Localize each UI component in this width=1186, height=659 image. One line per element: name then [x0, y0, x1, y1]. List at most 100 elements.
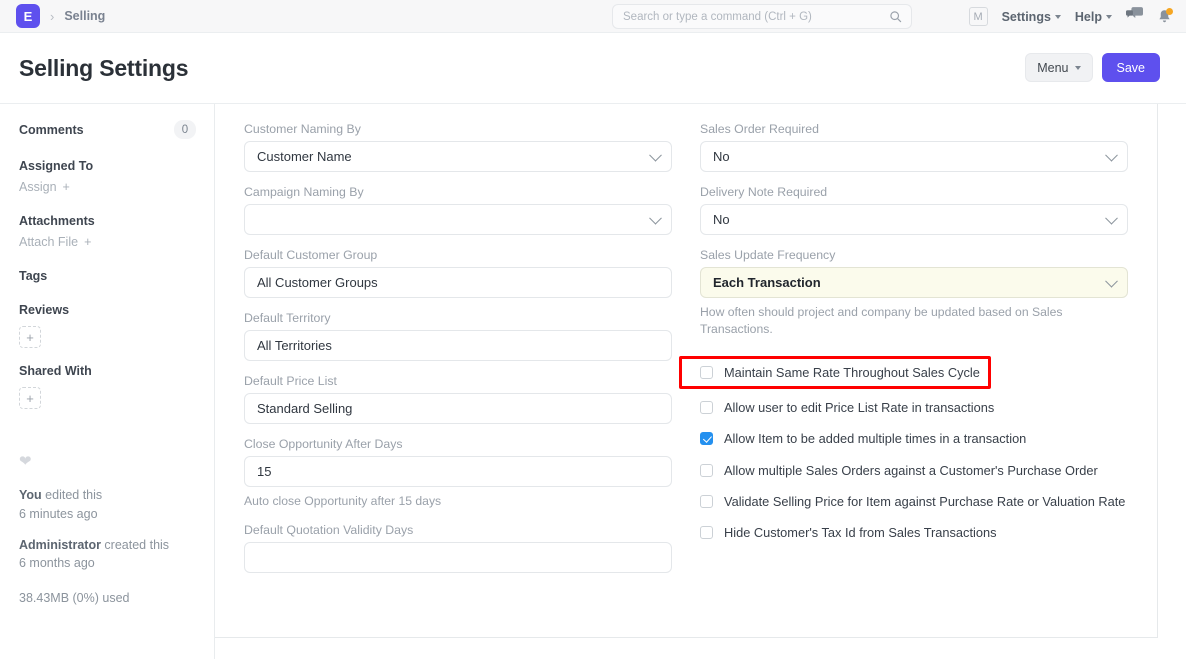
checkbox-unchecked-icon[interactable]: [700, 366, 713, 379]
field-help-text: Auto close Opportunity after 15 days: [244, 493, 644, 510]
search-input[interactable]: [613, 11, 889, 23]
field-value: All Territories: [257, 338, 332, 353]
chevron-right-icon: ›: [48, 9, 56, 24]
input-default-territory[interactable]: All Territories: [244, 330, 672, 361]
notifications-bell[interactable]: [1157, 9, 1172, 25]
sidebar-section-comments[interactable]: Comments 0: [19, 120, 196, 139]
edited-activity: You edited this 6 minutes ago: [19, 486, 196, 524]
created-timestamp: 6 months ago: [19, 556, 95, 570]
comments-label: Comments: [19, 123, 84, 137]
field-delivery-note-required: Delivery Note Required No: [700, 185, 1128, 235]
like-heart-icon[interactable]: ❤: [19, 454, 196, 469]
checkbox-row-maintain-same-rate-throughout-sales-cycle[interactable]: Maintain Same Rate Throughout Sales Cycl…: [679, 356, 991, 389]
storage-usage: 38.43MB (0%) used: [19, 589, 196, 608]
field-label: Default Territory: [244, 311, 672, 325]
field-default-territory: Default Territory All Territories: [244, 311, 672, 361]
select-sales-update-frequency[interactable]: Each Transaction: [700, 267, 1128, 298]
select-sales-order-required[interactable]: No: [700, 141, 1128, 172]
help-label: Help: [1075, 10, 1102, 24]
input-default-quotation-validity-days[interactable]: [244, 542, 672, 573]
assigned-to-label: Assigned To: [19, 159, 196, 173]
select-campaign-naming-by[interactable]: [244, 204, 672, 235]
field-sales-update-frequency: Sales Update FrequencyEach TransactionHo…: [700, 248, 1128, 339]
plus-icon: +: [84, 235, 91, 249]
app-logo-icon[interactable]: E: [16, 4, 40, 28]
field-value: Each Transaction: [713, 275, 821, 290]
shared-with-label: Shared With: [19, 364, 196, 378]
checkbox-label: Allow multiple Sales Orders against a Cu…: [724, 463, 1098, 478]
checkbox-label: Hide Customer's Tax Id from Sales Transa…: [724, 525, 996, 540]
checkbox-label: Validate Selling Price for Item against …: [724, 494, 1125, 509]
checkbox-unchecked-icon[interactable]: [700, 526, 713, 539]
field-value: All Customer Groups: [257, 275, 378, 290]
sidebar: Comments 0 Assigned To Assign + Attachme…: [0, 104, 215, 659]
field-default-customer-group: Default Customer Group All Customer Group…: [244, 248, 672, 298]
chevron-down-icon: [1106, 15, 1112, 19]
form-column-left: Customer Naming By Customer Name Campaign …: [244, 122, 672, 586]
field-label: Customer Naming By: [244, 122, 672, 136]
select-delivery-note-required[interactable]: No: [700, 204, 1128, 235]
attach-file-button[interactable]: Attach File +: [19, 235, 196, 249]
field-value: Standard Selling: [257, 401, 352, 416]
checkbox-row-allow-item-to-be-added-multiple-times-in-a-transaction[interactable]: Allow Item to be added multiple times in…: [682, 426, 1128, 451]
chevron-down-icon: [649, 211, 662, 224]
created-action-text: created this: [101, 538, 169, 552]
global-search[interactable]: [612, 4, 912, 29]
field-sales-order-required: Sales Order Required No: [700, 122, 1128, 172]
field-label: Sales Update Frequency: [700, 248, 1128, 262]
field-label: Default Quotation Validity Days: [244, 523, 672, 537]
field-campaign-naming-by: Campaign Naming By: [244, 185, 672, 235]
tags-label[interactable]: Tags: [19, 269, 196, 283]
chevron-down-icon: [649, 148, 662, 161]
edited-timestamp: 6 minutes ago: [19, 507, 98, 521]
field-label: Sales Order Required: [700, 122, 1128, 136]
edited-by-user: You: [19, 488, 42, 502]
created-activity: Administrator created this 6 months ago: [19, 536, 196, 574]
checkbox-label: Allow user to edit Price List Rate in tr…: [724, 400, 994, 415]
settings-form-card: Customer Naming By Customer Name Campaign …: [215, 104, 1158, 638]
checkbox-row-validate-selling-price-for-item-against-purchase-rate-or-valuation-rate[interactable]: Validate Selling Price for Item against …: [682, 489, 1128, 514]
field-default-quotation-validity-days: Default Quotation Validity Days: [244, 523, 672, 573]
attach-file-label: Attach File: [19, 235, 78, 249]
chevron-down-icon: [1105, 148, 1118, 161]
checkbox-row-allow-user-to-edit-price-list-rate-in-transactions[interactable]: Allow user to edit Price List Rate in tr…: [682, 395, 1128, 420]
chevron-down-icon: [1075, 66, 1081, 70]
input-default-price-list[interactable]: Standard Selling: [244, 393, 672, 424]
add-review-button[interactable]: +: [19, 326, 41, 348]
notification-badge-dot: [1166, 8, 1173, 15]
field-value: Customer Name: [257, 149, 352, 164]
checkbox-unchecked-icon[interactable]: [700, 464, 713, 477]
field-label: Delivery Note Required: [700, 185, 1128, 199]
add-shared-button[interactable]: +: [19, 387, 41, 409]
checkbox-unchecked-icon[interactable]: [700, 495, 713, 508]
input-default-customer-group[interactable]: All Customer Groups: [244, 267, 672, 298]
field-close-opportunity-after-days: Close Opportunity After Days15Auto close…: [244, 437, 672, 510]
field-label: Default Customer Group: [244, 248, 672, 262]
checkbox-row-hide-customer-s-tax-id-from-sales-transactions[interactable]: Hide Customer's Tax Id from Sales Transa…: [682, 520, 1128, 545]
menu-button[interactable]: Menu: [1025, 53, 1092, 82]
menu-button-label: Menu: [1037, 61, 1068, 75]
reviews-label: Reviews: [19, 303, 196, 317]
checkbox-row-allow-multiple-sales-orders-against-a-customer-s-purchase-order[interactable]: Allow multiple Sales Orders against a Cu…: [682, 458, 1128, 483]
help-menu[interactable]: Help: [1075, 10, 1112, 24]
settings-menu[interactable]: Settings: [1002, 10, 1061, 24]
avatar[interactable]: M: [969, 7, 988, 26]
selling-options-checkbox-list: Maintain Same Rate Throughout Sales Cycl…: [700, 356, 1128, 546]
edited-action-text: edited this: [42, 488, 102, 502]
checkbox-label: Maintain Same Rate Throughout Sales Cycl…: [724, 365, 980, 380]
select-customer-naming-by[interactable]: Customer Name: [244, 141, 672, 172]
input-close-opportunity-after-days[interactable]: 15: [244, 456, 672, 487]
save-button[interactable]: Save: [1102, 53, 1161, 82]
checkbox-checked-icon[interactable]: [700, 432, 713, 445]
created-by-user: Administrator: [19, 538, 101, 552]
attachments-label: Attachments: [19, 214, 196, 228]
breadcrumb-selling[interactable]: Selling: [64, 9, 105, 23]
chevron-down-icon: [1105, 274, 1118, 287]
search-icon: [889, 10, 911, 23]
form-columns: Customer Naming By Customer Name Campaign …: [244, 122, 1129, 586]
checkbox-label: Allow Item to be added multiple times in…: [724, 431, 1026, 446]
checkbox-unchecked-icon[interactable]: [700, 401, 713, 414]
field-value: No: [713, 149, 730, 164]
assign-button[interactable]: Assign +: [19, 180, 196, 194]
chat-icon[interactable]: [1126, 7, 1143, 27]
